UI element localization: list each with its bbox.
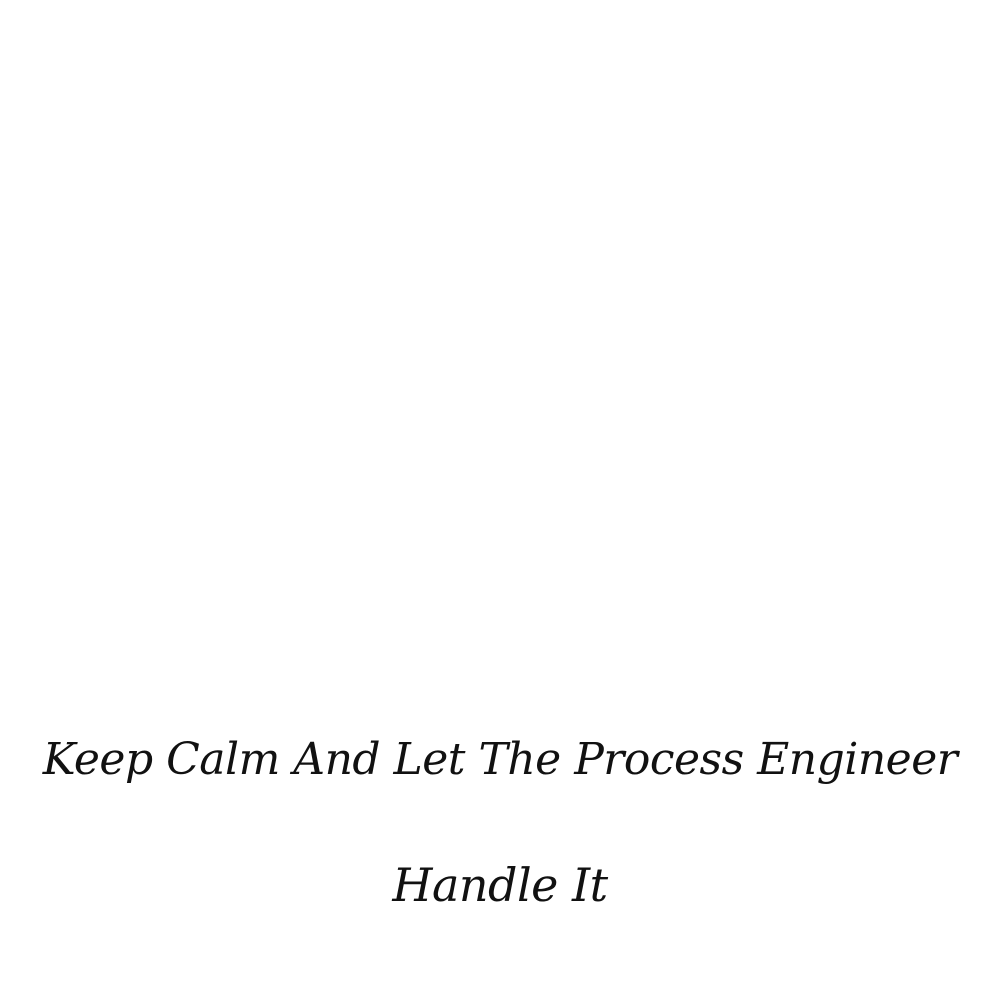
quote-line-2: Handle It: [392, 858, 608, 912]
quote-canvas: Keep Calm And Let The Process Engineer H…: [0, 0, 1000, 1000]
quote-line-1: Keep Calm And Let The Process Engineer: [42, 734, 958, 785]
